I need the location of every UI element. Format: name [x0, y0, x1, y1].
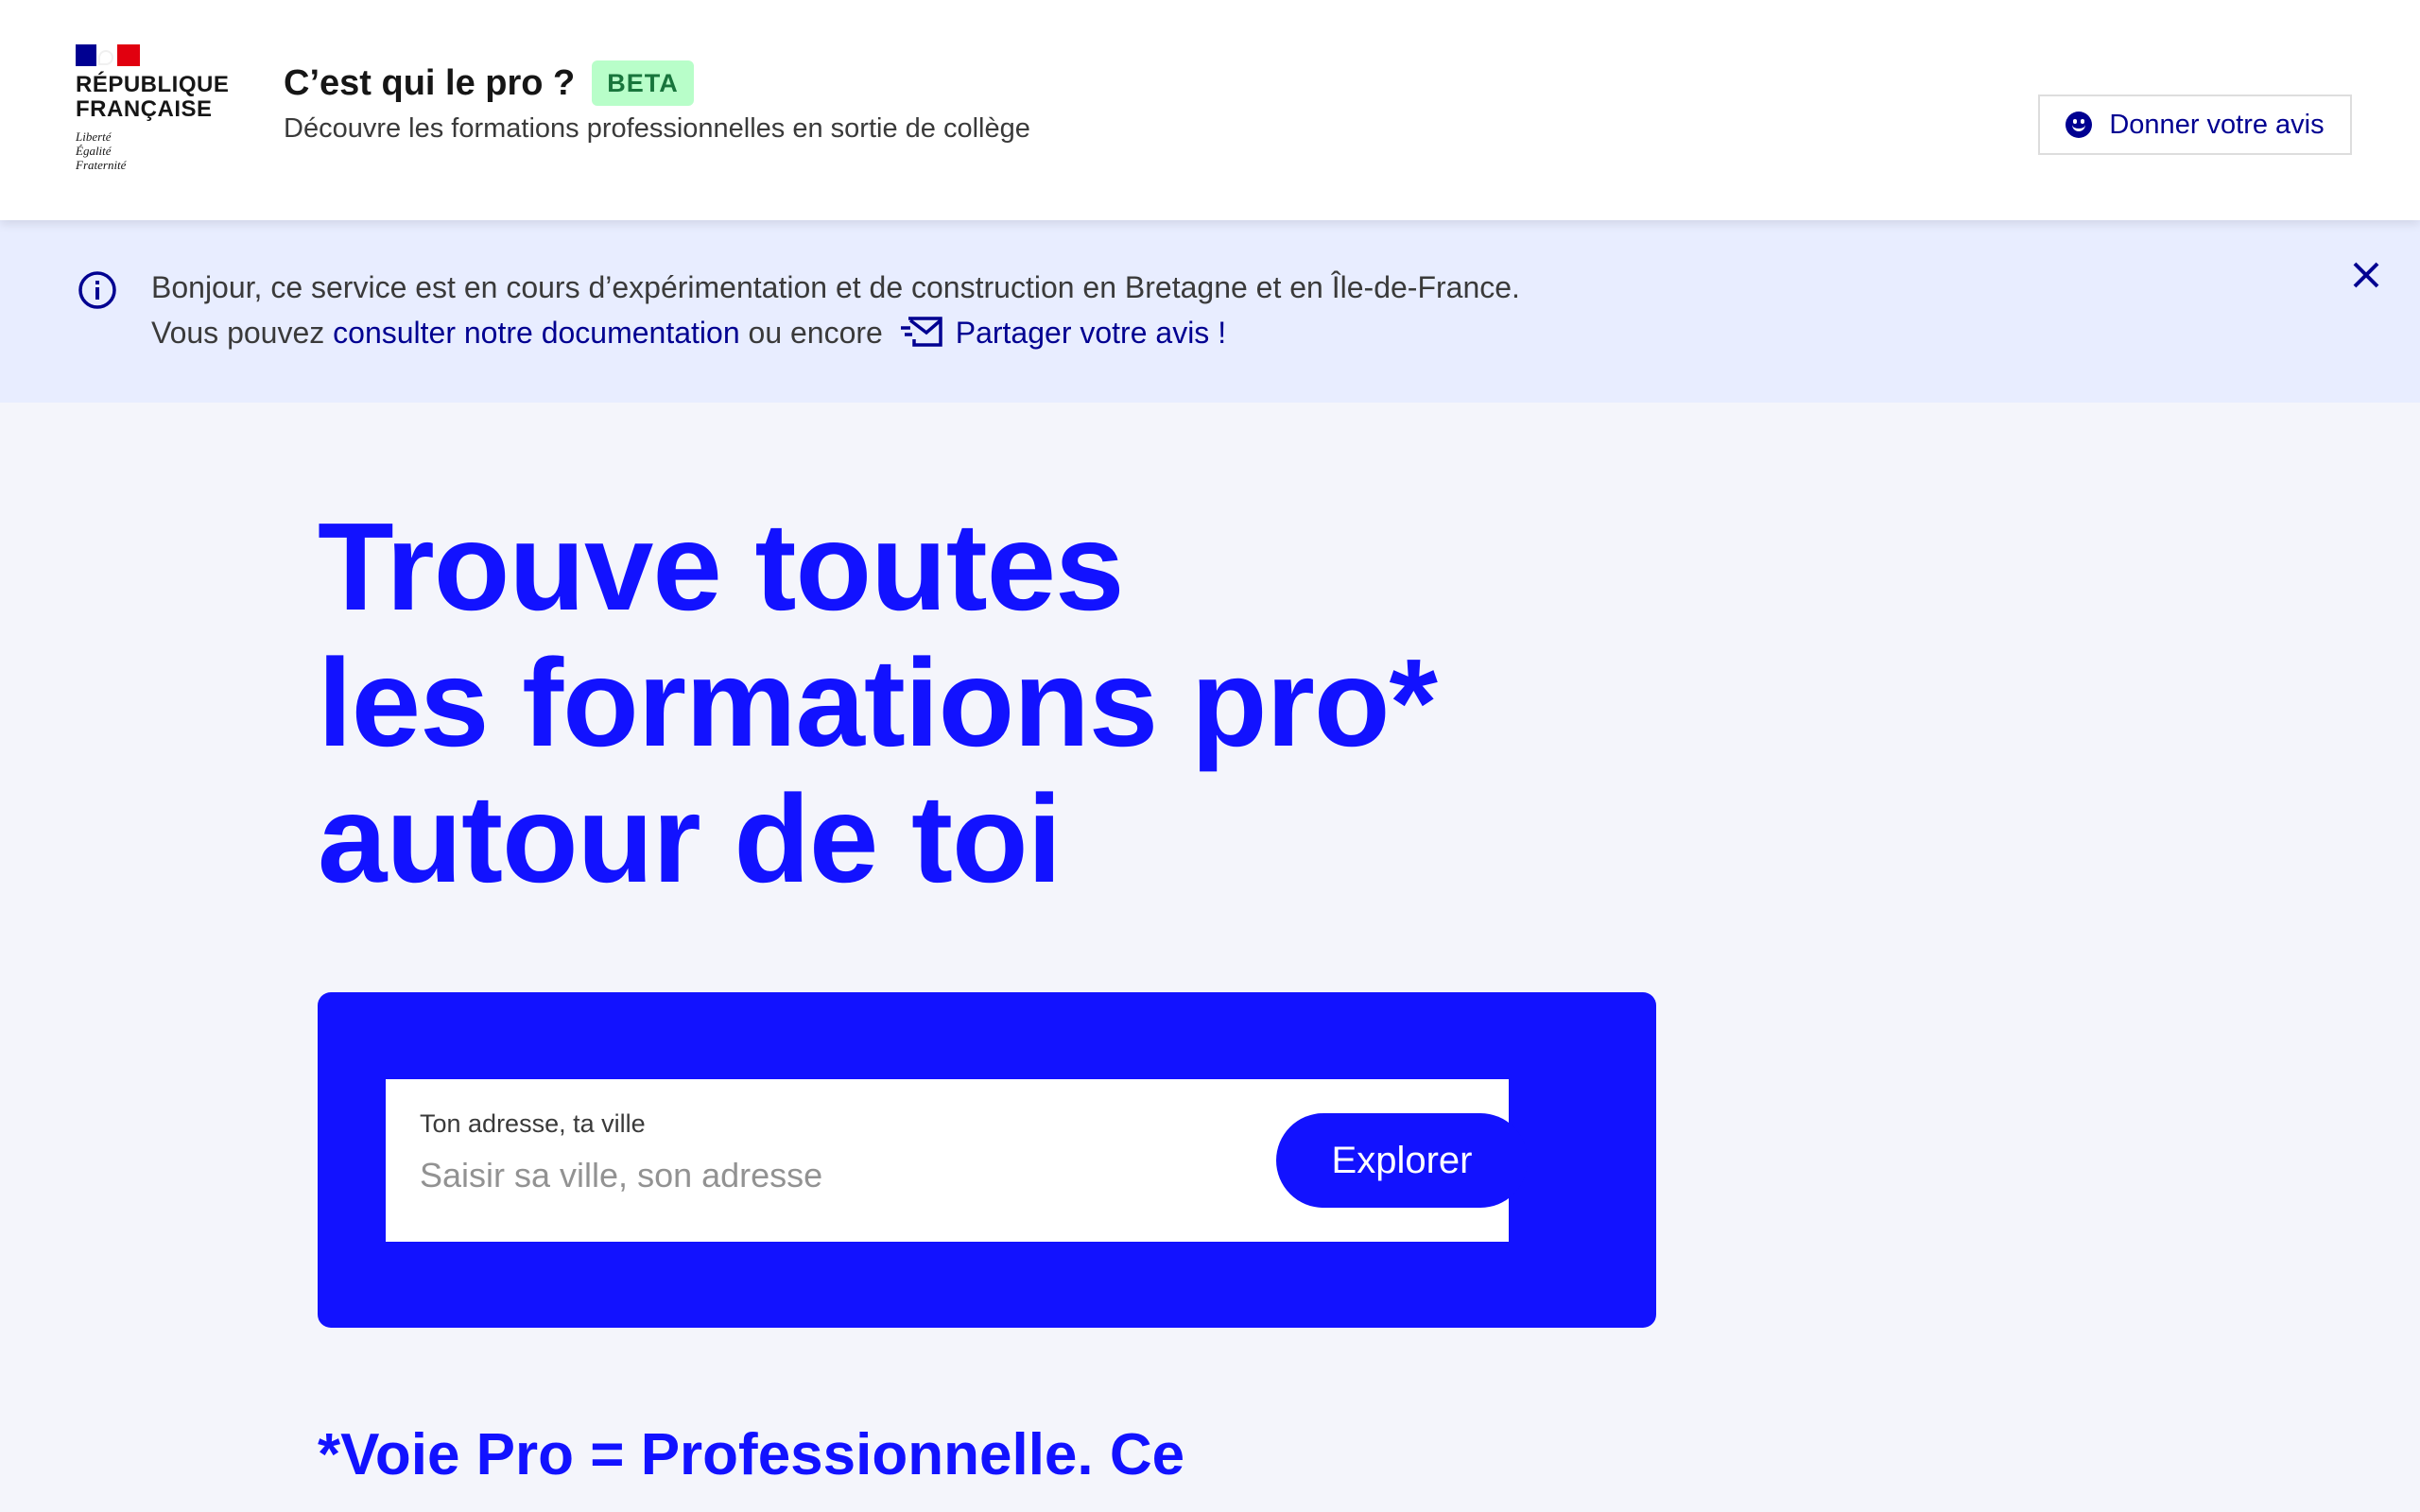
- republique-francaise-logo[interactable]: RÉPUBLIQUE FRANÇAISE Liberté Égalité Fra…: [76, 44, 236, 172]
- beta-badge: BETA: [592, 60, 694, 106]
- notice-line-2-middle: ou encore: [739, 316, 891, 350]
- logo-line-2: FRANÇAISE: [76, 96, 213, 122]
- address-search-input[interactable]: [420, 1151, 1223, 1200]
- motto-egalite: Égalité: [76, 144, 112, 158]
- mail-icon: [900, 317, 942, 347]
- explore-button[interactable]: Explorer: [1276, 1113, 1528, 1208]
- service-tagline: Découvre les formations professionnelles…: [284, 113, 1030, 144]
- motto-liberte: Liberté: [76, 129, 112, 144]
- share-feedback-link[interactable]: Partager votre avis !: [956, 316, 1226, 350]
- give-feedback-label: Donner votre avis: [2109, 109, 2325, 140]
- notice-text: Bonjour, ce service est en cours d’expér…: [151, 265, 1520, 355]
- search-label: Ton adresse, ta ville: [420, 1109, 646, 1138]
- search-box: Ton adresse, ta ville Explorer: [386, 1079, 1528, 1242]
- logo-motto: Liberté Égalité Fraternité: [76, 129, 236, 172]
- site-header: RÉPUBLIQUE FRANÇAISE Liberté Égalité Fra…: [0, 0, 2420, 220]
- logo-line-1: RÉPUBLIQUE: [76, 72, 230, 97]
- notice-line-2-prefix: Vous pouvez: [151, 316, 334, 350]
- hero-title-line-1: Trouve toutes: [318, 497, 1124, 636]
- give-feedback-button[interactable]: Donner votre avis: [2038, 94, 2352, 155]
- search-panel: Ton adresse, ta ville Explorer: [318, 992, 1656, 1328]
- notice-line-1: Bonjour, ce service est en cours d’expér…: [151, 270, 1520, 304]
- motto-fraternite: Fraternité: [76, 158, 127, 172]
- hero-title: Trouve toutes les formations pro* autour…: [318, 499, 1830, 907]
- close-icon[interactable]: [2350, 259, 2382, 291]
- hero-title-line-3: autour de toi: [318, 769, 1062, 908]
- voie-pro-footnote: *Voie Pro = Professionnelle. Ce: [318, 1422, 1185, 1487]
- notice-line-2: Vous pouvez consulter notre documentatio…: [151, 310, 1520, 355]
- service-title[interactable]: C’est qui le pro ?: [284, 60, 575, 106]
- marianne-flag-icon: [76, 44, 140, 66]
- hero-title-line-2: les formations pro*: [318, 633, 1438, 772]
- smile-icon: [2066, 112, 2093, 138]
- service-info: C’est qui le pro ? BETA Découvre les for…: [284, 60, 1030, 147]
- documentation-link[interactable]: consulter notre documentation: [333, 316, 739, 350]
- info-icon: [78, 271, 116, 309]
